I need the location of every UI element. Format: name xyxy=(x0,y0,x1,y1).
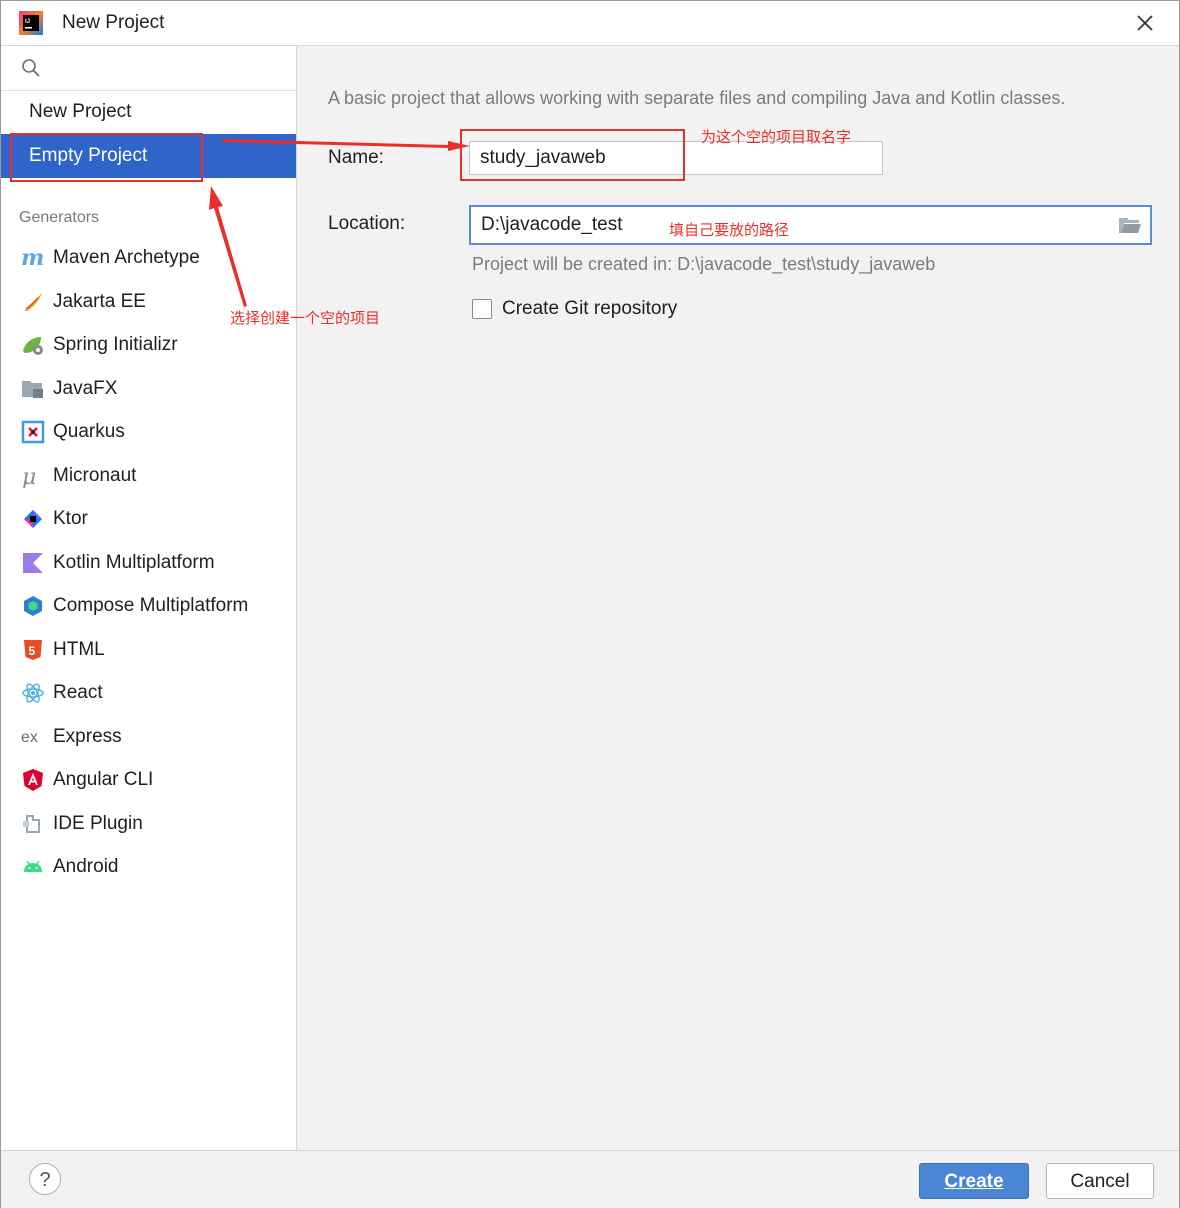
angular-icon xyxy=(23,769,43,791)
html5-icon: 5 xyxy=(24,640,42,660)
generator-javafx[interactable]: JavaFX xyxy=(1,369,296,409)
generator-maven-archetype[interactable]: m Maven Archetype xyxy=(1,238,296,278)
search-icon xyxy=(22,59,40,77)
sidebar-item-label: New Project xyxy=(29,101,132,122)
generator-compose-multiplatform[interactable]: Compose Multiplatform xyxy=(1,586,296,626)
kotlin-icon xyxy=(23,553,43,573)
generator-html[interactable]: 5 HTML xyxy=(1,630,296,670)
created-in-hint: Project will be created in: D:\javacode_… xyxy=(472,254,936,274)
intellij-icon: IJ xyxy=(19,11,43,35)
generator-label: HTML xyxy=(53,639,105,660)
plugin-icon xyxy=(23,815,40,833)
close-icon[interactable] xyxy=(1129,7,1161,39)
generator-label: Android xyxy=(53,856,119,877)
title-bar: IJ New Project xyxy=(1,1,1179,46)
ktor-icon xyxy=(24,510,42,528)
annotation-name-note: 为这个空的项目取名字 xyxy=(701,129,852,146)
generator-quarkus[interactable]: Quarkus xyxy=(1,412,296,452)
jakarta-icon xyxy=(24,293,42,311)
maven-icon: m xyxy=(21,246,44,270)
generator-label: JavaFX xyxy=(53,378,118,399)
quarkus-icon xyxy=(21,420,45,444)
generator-spring-initializr[interactable]: Spring Initializr xyxy=(1,325,296,365)
annotation-select-note: 选择创建一个空的项目 xyxy=(230,310,381,327)
git-checkbox-label[interactable]: Create Git repository xyxy=(502,298,677,320)
generator-ktor[interactable]: Ktor xyxy=(1,499,296,539)
generator-label: Quarkus xyxy=(53,421,125,442)
annotation-location-note: 填自己要放的路径 xyxy=(669,222,790,239)
generator-android[interactable]: Android xyxy=(1,847,296,887)
generator-label: Ktor xyxy=(53,508,88,529)
generator-kotlin-multiplatform[interactable]: Kotlin Multiplatform xyxy=(1,543,296,583)
micronaut-icon: μ xyxy=(22,465,36,488)
generator-micronaut[interactable]: μ Micronaut xyxy=(1,456,296,496)
spring-icon xyxy=(23,337,43,355)
generator-label: Compose Multiplatform xyxy=(53,595,249,616)
generator-angular-cli[interactable]: Angular CLI xyxy=(1,760,296,800)
location-field xyxy=(469,205,1152,245)
compose-icon xyxy=(24,596,42,616)
generator-label: React xyxy=(53,682,103,703)
generator-label: Angular CLI xyxy=(53,769,154,790)
generator-label: Maven Archetype xyxy=(53,247,200,268)
svg-text:ex: ex xyxy=(21,729,38,746)
cancel-button[interactable]: Cancel xyxy=(1046,1163,1154,1199)
settings-panel: A basic project that allows working with… xyxy=(297,46,1179,1150)
annotation-box-empty-project xyxy=(10,133,203,182)
svg-text:m: m xyxy=(21,246,44,270)
generator-label: Kotlin Multiplatform xyxy=(53,552,215,573)
generator-label: Express xyxy=(53,726,122,747)
dialog-footer: ? Create Cancel xyxy=(1,1150,1179,1208)
create-button[interactable]: Create xyxy=(919,1163,1029,1199)
svg-text:μ: μ xyxy=(22,465,36,488)
folder-icon[interactable] xyxy=(1118,215,1142,235)
react-icon xyxy=(22,683,44,703)
sidebar-item-new-project[interactable]: New Project xyxy=(1,90,296,134)
search-input[interactable] xyxy=(49,54,283,84)
svg-text:5: 5 xyxy=(29,644,36,658)
git-checkbox[interactable] xyxy=(472,299,492,319)
generator-react[interactable]: React xyxy=(1,673,296,713)
generator-label: Micronaut xyxy=(53,465,137,486)
help-button[interactable]: ? xyxy=(29,1163,61,1195)
annotation-box-name xyxy=(460,129,685,181)
generator-label: IDE Plugin xyxy=(53,813,143,834)
project-description: A basic project that allows working with… xyxy=(328,88,1066,108)
generator-label: Spring Initializr xyxy=(53,334,178,355)
name-label: Name: xyxy=(328,147,384,168)
window-title: New Project xyxy=(62,12,165,33)
sidebar: New Project Empty Project Generators m M… xyxy=(1,46,297,1150)
location-label: Location: xyxy=(328,213,406,234)
javafx-icon xyxy=(22,381,43,398)
android-icon xyxy=(24,860,42,872)
svg-text:IJ: IJ xyxy=(25,19,30,25)
express-icon: ex xyxy=(21,729,38,746)
generator-express[interactable]: ex Express xyxy=(1,717,296,757)
generator-label: Jakarta EE xyxy=(53,291,146,312)
generator-ide-plugin[interactable]: IDE Plugin xyxy=(1,804,296,844)
generators-section-label: Generators xyxy=(19,209,100,226)
